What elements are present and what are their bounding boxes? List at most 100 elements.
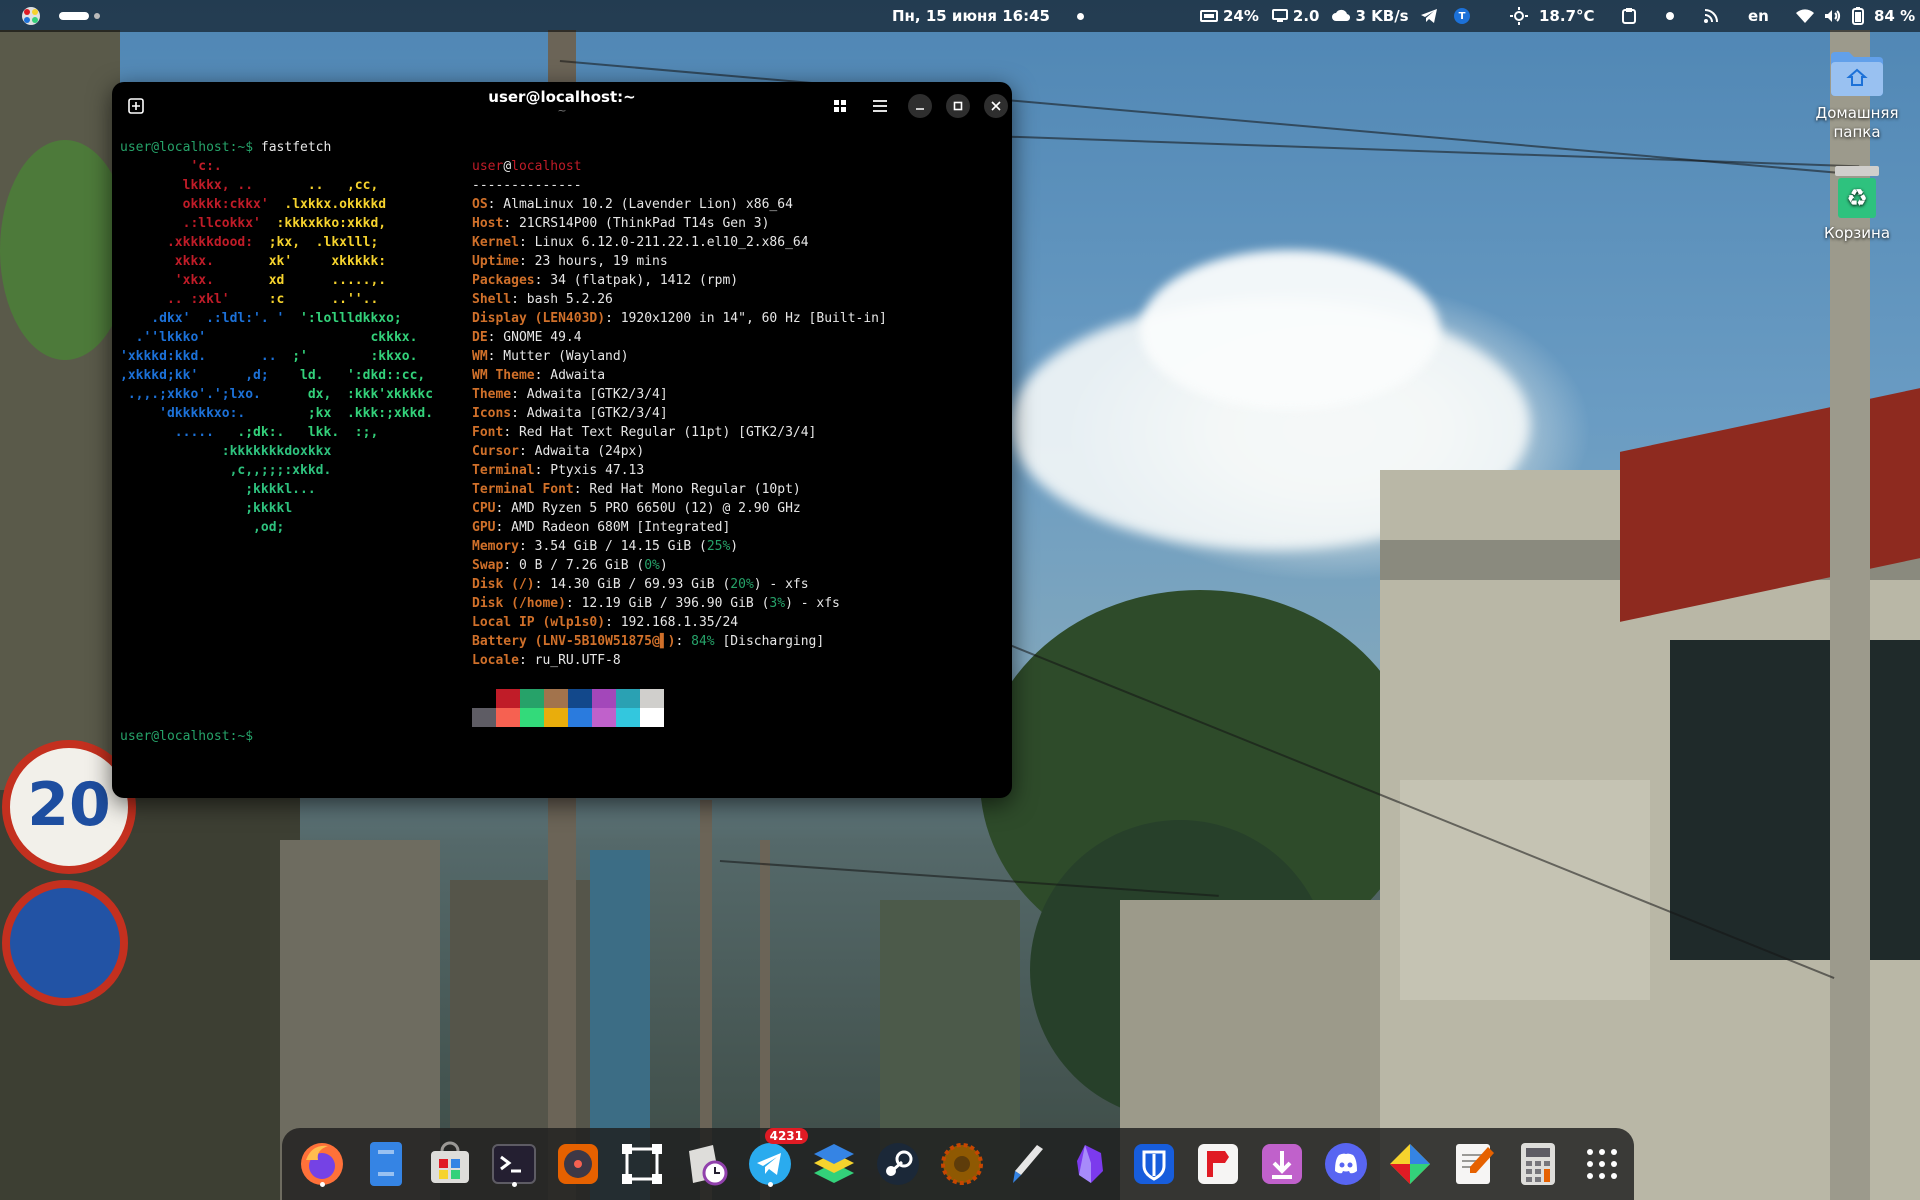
- weather[interactable]: 18.7°C: [1510, 0, 1595, 32]
- downloader-icon: [1262, 1144, 1302, 1184]
- dock-inkscape[interactable]: [616, 1138, 668, 1190]
- info-line: Theme: Adwaita [GTK2/3/4]: [472, 385, 668, 404]
- dock-krita[interactable]: [1000, 1138, 1052, 1190]
- recording-dot-icon: [1666, 12, 1674, 20]
- menu-button[interactable]: [868, 94, 892, 118]
- info-value: : Mutter (Wayland): [487, 349, 629, 364]
- telegram-icon: [749, 1143, 791, 1185]
- palette-swatch: [616, 708, 640, 727]
- info-tail: [Discharging]: [714, 634, 825, 649]
- logo-segment: .:llcokkx': [120, 216, 277, 231]
- info-label: Swap: [472, 558, 504, 573]
- logo-segment: .,,.;xkko'.';lxo.: [120, 387, 293, 402]
- dock-gimp[interactable]: [936, 1138, 988, 1190]
- dock-layers[interactable]: [808, 1138, 860, 1190]
- info-line: Terminal: Ptyxis 47.13: [472, 461, 644, 480]
- logo-segment: .''lkkko': [120, 330, 355, 345]
- dock-steam[interactable]: [872, 1138, 924, 1190]
- info-value: : ru_RU.UTF-8: [518, 653, 621, 668]
- info-label: DE: [472, 330, 488, 345]
- desktop-trash-label: Корзина: [1823, 224, 1891, 242]
- dock-calculator[interactable]: [1512, 1138, 1564, 1190]
- running-indicator-2: [512, 1182, 517, 1187]
- info-label: Terminal: [472, 463, 535, 478]
- maximize-button[interactable]: [946, 94, 970, 118]
- system-monitor[interactable]: 24% 2.0 3 KB/s: [1200, 0, 1409, 32]
- info-host: localhost: [511, 159, 582, 174]
- logo-line: xkkx. xk' xkkkkk:: [120, 252, 386, 271]
- dock-telegram[interactable]: 4231: [744, 1128, 808, 1190]
- firefox-icon: [301, 1143, 343, 1185]
- command: fastfetch: [253, 140, 332, 155]
- close-button[interactable]: [984, 94, 1008, 118]
- palette-swatch: [496, 689, 520, 708]
- logo-line: .xkkkkdood: ;kx, .lkxlll;: [120, 233, 378, 252]
- telegram-tray-icon[interactable]: [1420, 8, 1438, 24]
- dock-rhythmbox[interactable]: [552, 1138, 604, 1190]
- info-label: Host: [472, 216, 504, 231]
- clock-label: Пн, 15 июня 16:45: [892, 7, 1050, 25]
- activities-button[interactable]: [20, 0, 100, 32]
- logo-line: .. :xkl' :c ..''..: [120, 290, 378, 309]
- logo-line: 'xkx. xd .....,.: [120, 271, 386, 290]
- dock-terminal[interactable]: [488, 1138, 540, 1190]
- dock-clocks[interactable]: [680, 1138, 732, 1190]
- workspace-indicator[interactable]: [94, 13, 100, 19]
- clipboard-icon[interactable]: [1622, 8, 1636, 24]
- minimize-button[interactable]: [908, 94, 932, 118]
- dock-flathub[interactable]: [1192, 1138, 1244, 1190]
- logo-segment: xd .....,.: [260, 273, 387, 288]
- logo-segment: 'dkkkkkxo:.: [120, 406, 293, 421]
- dock-files[interactable]: [360, 1138, 412, 1190]
- dock-downloader[interactable]: [1256, 1138, 1308, 1190]
- dock-firefox[interactable]: [296, 1138, 348, 1190]
- layers-icon: [814, 1144, 854, 1183]
- logo-segment: xkkx.: [120, 254, 261, 269]
- terminal-window[interactable]: user@localhost:~ ~ user@localhost:~$ fas…: [112, 82, 1012, 798]
- info-percent: 25%: [706, 539, 731, 554]
- dock-obsidian[interactable]: [1064, 1138, 1116, 1190]
- terminal-output[interactable]: user@localhost:~$ fastfetch 'c:. lkkkx, …: [120, 138, 1004, 798]
- info-tail: ) - xfs: [785, 596, 840, 611]
- dock-app-grid[interactable]: [1576, 1138, 1628, 1190]
- logo-segment: ckkkx.: [354, 330, 418, 345]
- info-line: Font: Red Hat Text Regular (11pt) [GTK2/…: [472, 423, 816, 442]
- info-label: Cursor: [472, 444, 519, 459]
- info-label: Memory: [472, 539, 519, 554]
- dock: 4231: [282, 1128, 1634, 1200]
- info-label: Terminal Font: [472, 482, 574, 497]
- info-line: Shell: bash 5.2.26: [472, 290, 613, 309]
- dock-discord[interactable]: [1320, 1138, 1372, 1190]
- desktop-home-folder[interactable]: Домашняя папка: [1802, 48, 1912, 142]
- files-icon: [370, 1142, 402, 1186]
- logo-segment: .. :xkl': [120, 292, 261, 307]
- info-line: Locale: ru_RU.UTF-8: [472, 651, 621, 670]
- rss-icon[interactable]: [1704, 9, 1718, 23]
- cpu-icon: [1200, 9, 1218, 23]
- workspace-indicator-active[interactable]: [59, 12, 89, 20]
- info-line: Swap: 0 B / 7.26 GiB (0%): [472, 556, 668, 575]
- logo-line: .:llcokkx' :kkkxkko:xkkd,: [120, 214, 387, 233]
- keyboard-layout[interactable]: en: [1748, 0, 1769, 32]
- dock-text-editor[interactable]: [1448, 1138, 1500, 1190]
- logo-line: 'dkkkkkxo:. ;kx .kkk:;xkkd.: [120, 404, 433, 423]
- tray-app-icon[interactable]: T: [1454, 8, 1470, 24]
- logo-line: ;kkkkl...: [120, 482, 316, 497]
- desktop-trash[interactable]: ♻ Корзина: [1802, 164, 1912, 243]
- dock-fragments[interactable]: [1384, 1138, 1436, 1190]
- gimp-icon: [941, 1143, 983, 1185]
- dock-bitwarden[interactable]: [1128, 1138, 1180, 1190]
- obsidian-icon: [1077, 1145, 1103, 1183]
- terminal-header-bar[interactable]: user@localhost:~ ~: [112, 82, 1012, 128]
- clock[interactable]: Пн, 15 июня 16:45: [892, 0, 1084, 32]
- tray: T: [1420, 0, 1470, 32]
- running-indicator-3: [768, 1182, 773, 1187]
- system-menu[interactable]: 84 %: [1796, 0, 1915, 32]
- inkscape-icon: [622, 1144, 662, 1184]
- info-label: Packages: [472, 273, 535, 288]
- info-label: CPU: [472, 501, 496, 516]
- tab-overview-button[interactable]: [828, 94, 852, 118]
- dock-software[interactable]: [424, 1138, 476, 1190]
- logo-line: .''lkkko' ckkkx.: [120, 328, 418, 347]
- terminal-icon: [492, 1144, 536, 1184]
